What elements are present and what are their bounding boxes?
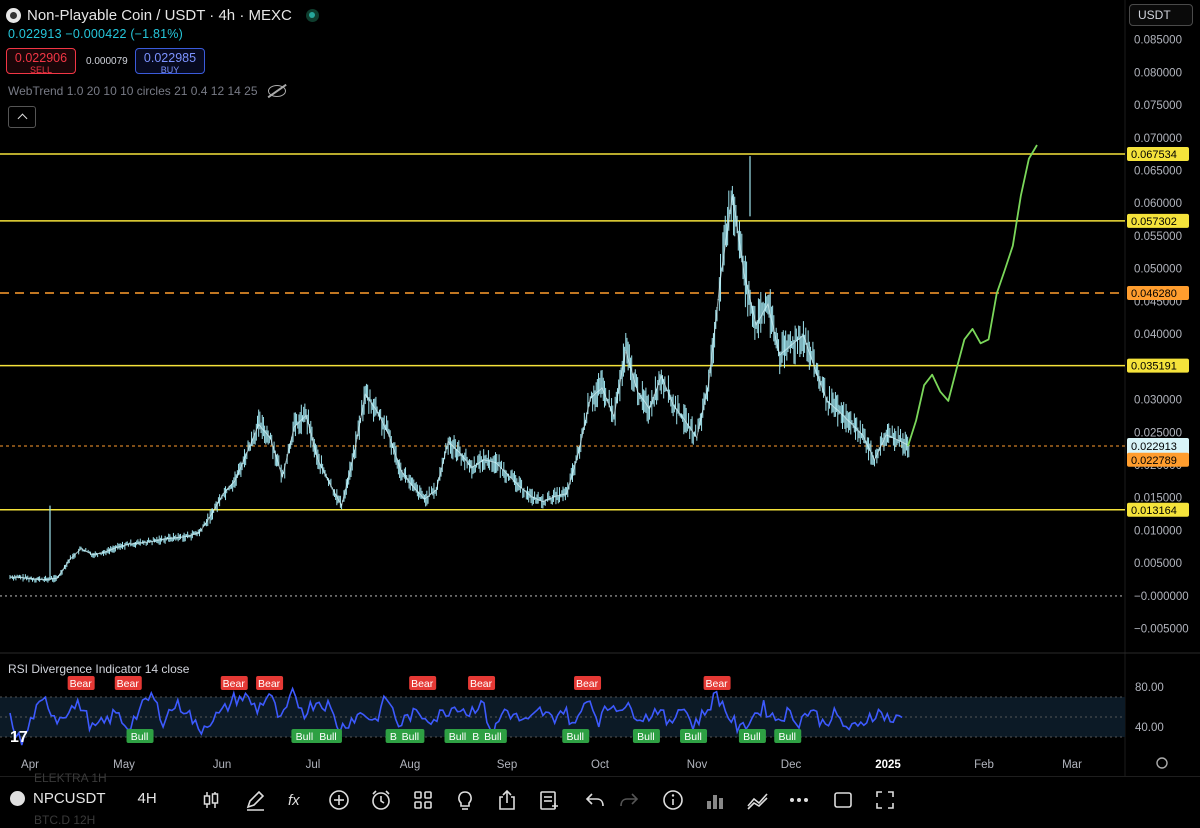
y-tick-label: 0.070000 [1134, 133, 1182, 145]
square-icon[interactable] [832, 789, 854, 811]
x-tick-label: 2025 [875, 759, 901, 771]
svg-text:fx: fx [288, 792, 300, 809]
grid-icon[interactable] [412, 789, 434, 811]
tool-icons: fx [0, 789, 1200, 813]
bottom-toolbar: ELEKTRA 1H BTC.D 12H NPCUSDT 4H fx [0, 771, 1200, 828]
price-level-label: 0.013164 [1131, 505, 1177, 517]
y-tick-label: 0.030000 [1134, 395, 1182, 407]
bull-text: Bull [637, 731, 655, 743]
bear-text: Bear [258, 678, 281, 690]
bear-text: Bear [70, 678, 93, 690]
settings-gear-icon [1156, 757, 1168, 769]
x-tick-label: Nov [687, 759, 708, 771]
bull-text: Bull [743, 731, 761, 743]
rsi-tick-label: 40.00 [1135, 722, 1164, 734]
bear-text: Bear [576, 678, 599, 690]
checklist-icon[interactable] [538, 789, 560, 811]
x-tick-label: Dec [781, 759, 802, 771]
bars-icon[interactable] [704, 789, 726, 811]
price-level-label: 0.067534 [1131, 149, 1177, 161]
bear-text: Bear [223, 678, 246, 690]
fx-icon[interactable]: fx [286, 789, 308, 811]
share-icon[interactable] [496, 789, 518, 811]
price-level-label: 0.057302 [1131, 216, 1177, 228]
alarm-icon[interactable] [370, 789, 392, 811]
y-tick-label: 0.060000 [1134, 198, 1182, 210]
rsi-title[interactable]: RSI Divergence Indicator 14 close [8, 662, 189, 676]
info-icon[interactable] [662, 789, 684, 811]
candles-icon[interactable] [202, 789, 220, 811]
bull-text: Bull [778, 731, 796, 743]
x-tick-label: Mar [1062, 759, 1082, 771]
bear-text: Bear [411, 678, 434, 690]
bull-text: Bull [131, 731, 149, 743]
bull-text: Bull [319, 731, 337, 743]
bear-text: Bear [117, 678, 140, 690]
undo-icon[interactable] [584, 789, 606, 811]
trend-icon[interactable] [746, 789, 770, 811]
projection-path [907, 144, 1038, 447]
x-tick-label: Aug [400, 759, 420, 771]
y-tick-label: −0.005000 [1134, 624, 1189, 636]
x-tick-label: Sep [497, 759, 517, 771]
price-level-label: 0.035191 [1131, 361, 1177, 373]
y-tick-label: 0.005000 [1134, 558, 1182, 570]
y-tick-label: 0.050000 [1134, 264, 1182, 276]
bull-text: Bull [296, 731, 314, 743]
redo-icon[interactable] [618, 789, 640, 811]
marker-label: 0.022789 [1131, 455, 1177, 467]
price-line [9, 195, 911, 581]
y-tick-label: 0.080000 [1134, 67, 1182, 79]
bull-text: Bull [684, 731, 702, 743]
x-tick-label: May [113, 759, 135, 771]
tradingview-logo: 17 [10, 729, 28, 746]
bear-text: Bear [705, 678, 728, 690]
y-tick-label: 0.040000 [1134, 329, 1182, 341]
x-tick-label: Jun [213, 759, 232, 771]
bear-text: Bear [470, 678, 493, 690]
price-chart[interactable]: 0.085000 0.080000 0.075000 0.070000 0.065000… [0, 0, 1200, 776]
pencil-icon[interactable] [244, 789, 266, 811]
ghost-watchlist-row: ELEKTRA 1H [34, 771, 107, 785]
x-tick-label: Oct [591, 759, 610, 771]
y-tick-label: 0.085000 [1134, 35, 1182, 47]
x-tick-label: Feb [974, 759, 994, 771]
current-price-label: 0.022913 [1131, 441, 1177, 453]
bull-text: Bull [402, 731, 420, 743]
bull-text: Bull [484, 731, 502, 743]
bull-text: Bull [449, 731, 467, 743]
ghost-watchlist-row: BTC.D 12H [34, 813, 96, 827]
rsi-tick-label: 80.00 [1135, 682, 1164, 694]
y-tick-label: −0.000000 [1134, 591, 1189, 603]
plus-circle-icon[interactable] [328, 789, 350, 811]
y-tick-label: 0.055000 [1134, 231, 1182, 243]
fullscreen-icon[interactable] [874, 789, 896, 811]
x-tick-label: Jul [306, 759, 321, 771]
x-tick-label: Apr [21, 759, 39, 771]
y-tick-label: 0.065000 [1134, 166, 1182, 178]
y-tick-label: 0.025000 [1134, 427, 1182, 439]
bull-text: Bull [567, 731, 585, 743]
more-icon[interactable] [788, 789, 810, 811]
lightbulb-icon[interactable] [454, 789, 476, 811]
y-tick-label: 0.075000 [1134, 100, 1182, 112]
price-level-label: 0.046280 [1131, 288, 1177, 300]
y-tick-label: 0.010000 [1134, 525, 1182, 537]
